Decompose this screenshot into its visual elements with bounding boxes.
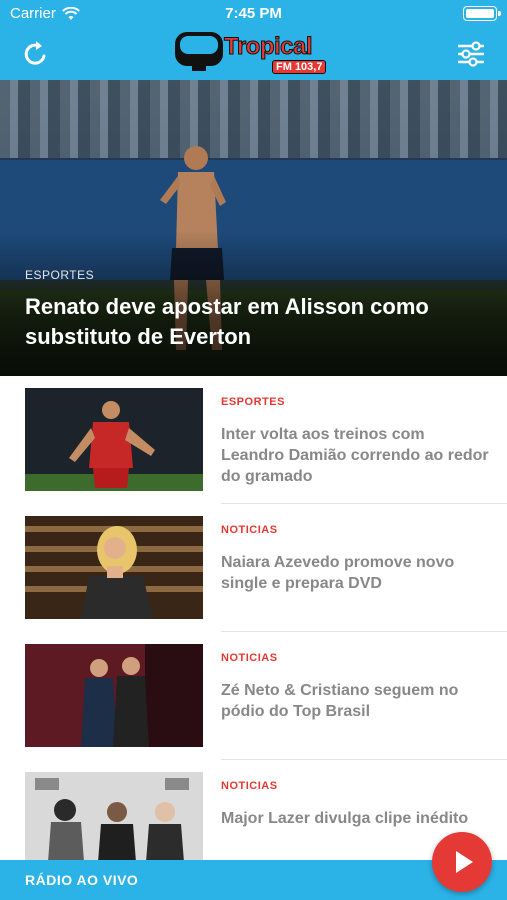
news-thumbnail <box>25 388 203 491</box>
hero-image-crowd <box>0 80 507 158</box>
news-category: ESPORTES <box>221 396 285 408</box>
live-radio-label: RÁDIO AO VIVO <box>25 872 139 888</box>
news-category: NOTICIAS <box>221 652 278 664</box>
status-bar: Carrier 7:45 PM <box>0 0 507 28</box>
navigation-bar: Carrier 7:45 PM Tropical FM 103,7 <box>0 0 507 80</box>
news-item[interactable]: NOTICIAS Naiara Azevedo promove novo sin… <box>0 504 507 632</box>
logo-title: Tropical <box>223 33 313 61</box>
news-title: Naiara Azevedo promove novo single e pre… <box>221 554 455 592</box>
status-time: 7:45 PM <box>225 5 282 22</box>
sliders-icon[interactable] <box>455 38 487 70</box>
news-item[interactable]: ESPORTES Inter volta aos treinos com Lea… <box>0 376 507 504</box>
speaker-logo-icon <box>175 32 223 71</box>
hero-category: ESPORTES <box>25 268 95 282</box>
news-category: NOTICIAS <box>221 524 278 536</box>
news-title: Zé Neto & Cristiano seguem no pódio do T… <box>221 682 459 720</box>
news-thumbnail <box>25 644 203 747</box>
station-logo: Tropical FM 103,7 <box>172 27 337 75</box>
play-icon <box>456 851 473 873</box>
play-button[interactable] <box>432 832 492 892</box>
news-title: Inter volta aos treinos com Leandro Dami… <box>221 426 489 485</box>
battery-icon <box>463 6 501 21</box>
news-category: NOTICIAS <box>221 780 278 792</box>
hero-story[interactable]: ESPORTES Renato deve apostar em Alisson … <box>0 80 507 376</box>
news-title: Major Lazer divulga clipe inédito <box>221 810 469 827</box>
refresh-icon[interactable] <box>20 38 52 70</box>
hero-title: Renato deve apostar em Alisson como subs… <box>25 294 429 349</box>
live-radio-bar[interactable]: RÁDIO AO VIVO <box>0 860 507 900</box>
logo-frequency: FM 103,7 <box>272 60 327 74</box>
news-thumbnail <box>25 516 203 619</box>
news-item[interactable]: NOTICIAS Zé Neto & Cristiano seguem no p… <box>0 632 507 760</box>
